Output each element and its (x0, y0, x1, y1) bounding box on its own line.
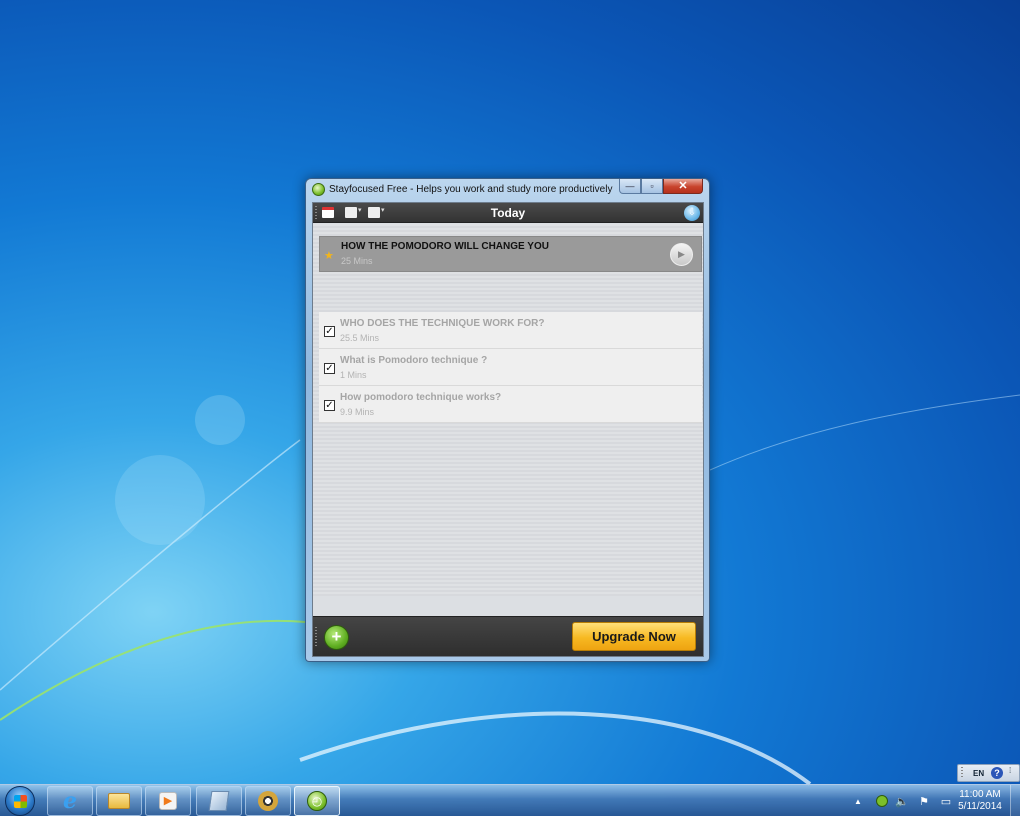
active-task-row[interactable]: ★ HOW THE POMODORO WILL CHANGE YOU 25 Mi… (319, 236, 702, 272)
active-task-duration: 25 Mins (341, 256, 373, 266)
completed-task-title: How pomodoro technique works? (340, 392, 502, 403)
stayfocused-tray-icon[interactable] (876, 795, 888, 807)
folder-icon (108, 793, 130, 809)
toolbar: Today ⇩ (313, 203, 703, 223)
window-client-area: Today ⇩ ★ HOW THE POMODORO WILL CHANGE Y… (312, 202, 704, 657)
taskbar-clock[interactable]: 11:00 AM 5/11/2014 (955, 789, 1005, 813)
system-tray: ▲ 🔈 ⚑ ▭ (850, 785, 960, 816)
show-hidden-icons-arrow-icon[interactable]: ▲ (850, 797, 866, 806)
window-title: Stayfocused Free - Helps you work and st… (329, 184, 613, 195)
completed-task-row[interactable]: ✓ WHO DOES THE TECHNIQUE WORK FOR? 25.5 … (319, 312, 702, 349)
maximize-button[interactable]: ▫ (641, 179, 663, 194)
taskbar-internet-explorer[interactable]: e (47, 786, 93, 816)
taskbar-media-player[interactable]: ▶ (145, 786, 191, 816)
close-button[interactable]: ✕ (663, 179, 703, 194)
task-checkbox[interactable]: ✓ (324, 363, 335, 374)
start-pomodoro-button[interactable]: ▶ (670, 243, 693, 266)
window-controls: — ▫ ✕ (619, 179, 703, 194)
language-bar-options-icon[interactable]: ⁞ (1009, 766, 1011, 775)
footer-grip-icon (315, 627, 317, 647)
sync-icon[interactable]: ⇩ (684, 205, 700, 221)
language-indicator[interactable]: EN (973, 769, 984, 778)
active-task-title: HOW THE POMODORO WILL CHANGE YOU (341, 241, 549, 252)
completed-task-row[interactable]: ✓ What is Pomodoro technique ? 1 Mins (319, 349, 702, 386)
completed-task-duration: 9.9 Mins (340, 407, 375, 417)
clock-time: 11:00 AM (959, 789, 1001, 800)
show-desktop-button[interactable] (1010, 785, 1020, 816)
completed-task-duration: 1 Mins (340, 370, 367, 380)
task-checkbox[interactable]: ✓ (324, 400, 335, 411)
star-icon: ★ (324, 250, 334, 262)
toolbar-title: Today (490, 206, 526, 220)
document-icon (208, 791, 230, 811)
internet-explorer-icon: e (63, 788, 77, 814)
completed-task-title: What is Pomodoro technique ? (340, 355, 488, 366)
volume-icon[interactable]: 🔈 (894, 795, 910, 808)
taskbar-windows-explorer[interactable] (96, 786, 142, 816)
help-icon[interactable]: ? (991, 767, 1003, 779)
completed-task-row[interactable]: ✓ How pomodoro technique works? 9.9 Mins (319, 386, 702, 423)
taskbar-stayfocused[interactable]: ◴ (294, 786, 340, 816)
stayfocused-clock-icon: ◴ (307, 791, 327, 811)
stayfocused-app-icon (312, 183, 325, 196)
taskbar: e ▶ ◴ ▲ 🔈 ⚑ ▭ 11:00 AM 5/11/2014 (0, 784, 1020, 816)
language-bar[interactable]: EN ? ⁞ (957, 764, 1020, 782)
media-player-icon: ▶ (159, 792, 177, 810)
stayfocused-window: Stayfocused Free - Helps you work and st… (305, 178, 710, 662)
footer-bar: + Upgrade Now (313, 616, 703, 656)
completed-task-duration: 25.5 Mins (340, 333, 380, 343)
play-icon: ▶ (678, 249, 685, 259)
network-icon[interactable]: ▭ (938, 795, 954, 808)
window-titlebar[interactable]: Stayfocused Free - Helps you work and st… (306, 179, 709, 201)
taskbar-document-app[interactable] (196, 786, 242, 816)
completed-task-title: WHO DOES THE TECHNIQUE WORK FOR? (340, 318, 545, 329)
add-task-button[interactable]: + (324, 625, 349, 650)
upgrade-now-button[interactable]: Upgrade Now (572, 622, 696, 651)
action-center-flag-icon[interactable]: ⚑ (916, 795, 932, 808)
task-list-area: ★ HOW THE POMODORO WILL CHANGE YOU 25 Mi… (313, 224, 703, 596)
clock-date: 5/11/2014 (958, 801, 1002, 812)
completed-task-list: ✓ WHO DOES THE TECHNIQUE WORK FOR? 25.5 … (319, 312, 702, 423)
taskbar-media-center[interactable] (245, 786, 291, 816)
start-button[interactable] (5, 786, 35, 816)
task-checkbox[interactable]: ✓ (324, 326, 335, 337)
media-center-icon (258, 791, 278, 811)
language-bar-grip-icon (961, 767, 963, 779)
minimize-button[interactable]: — (619, 179, 641, 194)
